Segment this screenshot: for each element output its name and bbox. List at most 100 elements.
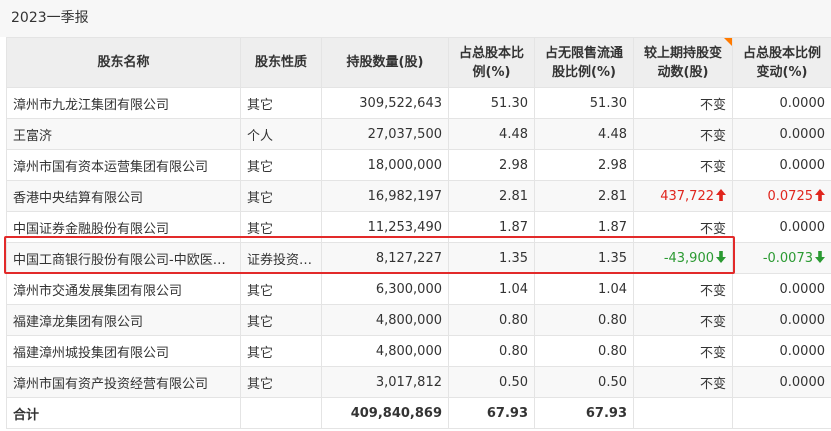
shareholder-name-cell: 王富济 <box>6 118 241 150</box>
shareholder-type-cell: 其它 <box>240 180 322 212</box>
change-ratio-cell: 0.0000 <box>732 87 831 119</box>
change-shares-cell: 不变 <box>633 87 733 119</box>
float-ratio-cell: 1.35 <box>534 242 634 274</box>
share-count-cell: 4,800,000 <box>321 304 449 336</box>
header-shareholder-name: 股东名称 <box>6 37 241 88</box>
change-shares-cell: 不变 <box>633 335 733 367</box>
header-float-ratio: 占无限售流通股比例(%) <box>534 37 634 88</box>
change-shares-cell: -43,900 <box>633 242 733 274</box>
shareholder-name-cell: 中国证券金融股份有限公司 <box>6 211 241 243</box>
change-ratio-cell: 0.0000 <box>732 149 831 181</box>
total-ratio-cell: 0.80 <box>448 304 535 336</box>
table-row[interactable]: 漳州市九龙江集团有限公司 其它 309,522,643 51.30 51.30 … <box>6 87 831 119</box>
table-row[interactable]: 香港中央结算有限公司 其它 16,982,197 2.81 2.81 437,7… <box>6 180 831 212</box>
shareholder-name-cell: 香港中央结算有限公司 <box>6 180 241 212</box>
table-row[interactable]: 漳州市交通发展集团有限公司 其它 6,300,000 1.04 1.04 不变 … <box>6 273 831 305</box>
total-label-cell: 合计 <box>6 397 241 429</box>
total-float-ratio-cell: 67.93 <box>534 397 634 429</box>
shareholder-name-cell: 中国工商银行股份有限公司-中欧医疗健康混合型证券投资基金 <box>6 242 241 274</box>
table-row[interactable]: 福建漳州城投集团有限公司 其它 4,800,000 0.80 0.80 不变 0… <box>6 335 831 367</box>
total-ratio-cell: 2.81 <box>448 180 535 212</box>
float-ratio-cell: 0.50 <box>534 366 634 398</box>
share-count-cell: 4,800,000 <box>321 335 449 367</box>
section-header-bar <box>0 0 831 37</box>
table-row[interactable]: 中国证券金融股份有限公司 其它 11,253,490 1.87 1.87 不变 … <box>6 211 831 243</box>
float-ratio-cell: 1.04 <box>534 273 634 305</box>
share-count-cell: 27,037,500 <box>321 118 449 150</box>
change-shares-cell: 437,722 <box>633 180 733 212</box>
share-count-cell: 6,300,000 <box>321 273 449 305</box>
total-change-ratio-cell <box>732 397 831 429</box>
header-total-ratio: 占总股本比例(%) <box>448 37 535 88</box>
share-count-cell: 11,253,490 <box>321 211 449 243</box>
change-ratio-cell: -0.0073 <box>732 242 831 274</box>
float-ratio-cell: 0.80 <box>534 304 634 336</box>
section-title: 2023一季报 <box>11 10 89 26</box>
share-count-cell: 3,017,812 <box>321 366 449 398</box>
change-shares-cell: 不变 <box>633 118 733 150</box>
header-change-ratio: 占总股本比例变动(%) <box>732 37 831 88</box>
shareholder-type-cell: 其它 <box>240 149 322 181</box>
header-change-shares-label: 较上期持股变动数(股) <box>643 45 722 80</box>
total-ratio-cell: 1.35 <box>448 242 535 274</box>
arrow-up-icon <box>815 188 825 201</box>
float-ratio-cell: 4.48 <box>534 118 634 150</box>
total-type-cell <box>240 397 322 429</box>
share-count-cell: 8,127,227 <box>321 242 449 274</box>
total-ratio-cell: 67.93 <box>448 397 535 429</box>
header-share-count: 持股数量(股) <box>321 37 449 88</box>
shareholder-type-cell: 其它 <box>240 366 322 398</box>
share-count-cell: 309,522,643 <box>321 87 449 119</box>
shareholder-name-cell: 漳州市国有资产投资经营有限公司 <box>6 366 241 398</box>
total-ratio-cell: 0.80 <box>448 335 535 367</box>
total-ratio-cell: 51.30 <box>448 87 535 119</box>
shareholder-table: 股东名称 股东性质 持股数量(股) 占总股本比例(%) 占无限售流通股比例(%)… <box>6 37 831 429</box>
total-change-shares-cell <box>633 397 733 429</box>
shareholder-name-cell: 福建漳州城投集团有限公司 <box>6 335 241 367</box>
total-ratio-cell: 1.04 <box>448 273 535 305</box>
arrow-down-icon <box>815 250 825 263</box>
header-shareholder-type: 股东性质 <box>240 37 322 88</box>
change-shares-cell: 不变 <box>633 273 733 305</box>
change-ratio-cell: 0.0000 <box>732 211 831 243</box>
total-ratio-cell: 2.98 <box>448 149 535 181</box>
shareholder-type-cell: 其它 <box>240 211 322 243</box>
total-ratio-cell: 4.48 <box>448 118 535 150</box>
shareholder-name-cell: 漳州市交通发展集团有限公司 <box>6 273 241 305</box>
arrow-up-icon <box>716 188 726 201</box>
shareholder-type-cell: 其它 <box>240 87 322 119</box>
change-ratio-cell: 0.0000 <box>732 118 831 150</box>
change-ratio-cell: 0.0000 <box>732 304 831 336</box>
arrow-down-icon <box>716 250 726 263</box>
shareholder-type-cell: 其它 <box>240 273 322 305</box>
float-ratio-cell: 1.87 <box>534 211 634 243</box>
shareholder-name-cell: 漳州市国有资本运营集团有限公司 <box>6 149 241 181</box>
change-ratio-cell: 0.0725 <box>732 180 831 212</box>
shareholder-type-cell: 证券投资基金 <box>240 242 322 274</box>
shareholder-type-cell: 其它 <box>240 335 322 367</box>
shareholder-type-cell: 其它 <box>240 304 322 336</box>
share-count-cell: 16,982,197 <box>321 180 449 212</box>
change-ratio-cell: 0.0000 <box>732 335 831 367</box>
float-ratio-cell: 2.98 <box>534 149 634 181</box>
shareholder-name-cell: 福建漳龙集团有限公司 <box>6 304 241 336</box>
change-shares-cell: 不变 <box>633 149 733 181</box>
total-ratio-cell: 1.87 <box>448 211 535 243</box>
corner-marker-icon <box>724 38 732 46</box>
shareholder-type-cell: 个人 <box>240 118 322 150</box>
table-header-row: 股东名称 股东性质 持股数量(股) 占总股本比例(%) 占无限售流通股比例(%)… <box>6 37 831 88</box>
share-count-cell: 18,000,000 <box>321 149 449 181</box>
change-shares-cell: 不变 <box>633 304 733 336</box>
change-shares-cell: 不变 <box>633 211 733 243</box>
total-row: 合计 409,840,869 67.93 67.93 <box>6 397 831 429</box>
float-ratio-cell: 2.81 <box>534 180 634 212</box>
change-ratio-cell: 0.0000 <box>732 273 831 305</box>
header-change-shares: 较上期持股变动数(股) <box>633 37 733 88</box>
table-row[interactable]: 王富济 个人 27,037,500 4.48 4.48 不变 0.0000 <box>6 118 831 150</box>
float-ratio-cell: 51.30 <box>534 87 634 119</box>
table-row[interactable]: 漳州市国有资产投资经营有限公司 其它 3,017,812 0.50 0.50 不… <box>6 366 831 398</box>
table-row[interactable]: 漳州市国有资本运营集团有限公司 其它 18,000,000 2.98 2.98 … <box>6 149 831 181</box>
table-row[interactable]: 福建漳龙集团有限公司 其它 4,800,000 0.80 0.80 不变 0.0… <box>6 304 831 336</box>
table-row[interactable]: 中国工商银行股份有限公司-中欧医疗健康混合型证券投资基金 证券投资基金 8,12… <box>6 242 831 274</box>
total-shares-cell: 409,840,869 <box>321 397 449 429</box>
